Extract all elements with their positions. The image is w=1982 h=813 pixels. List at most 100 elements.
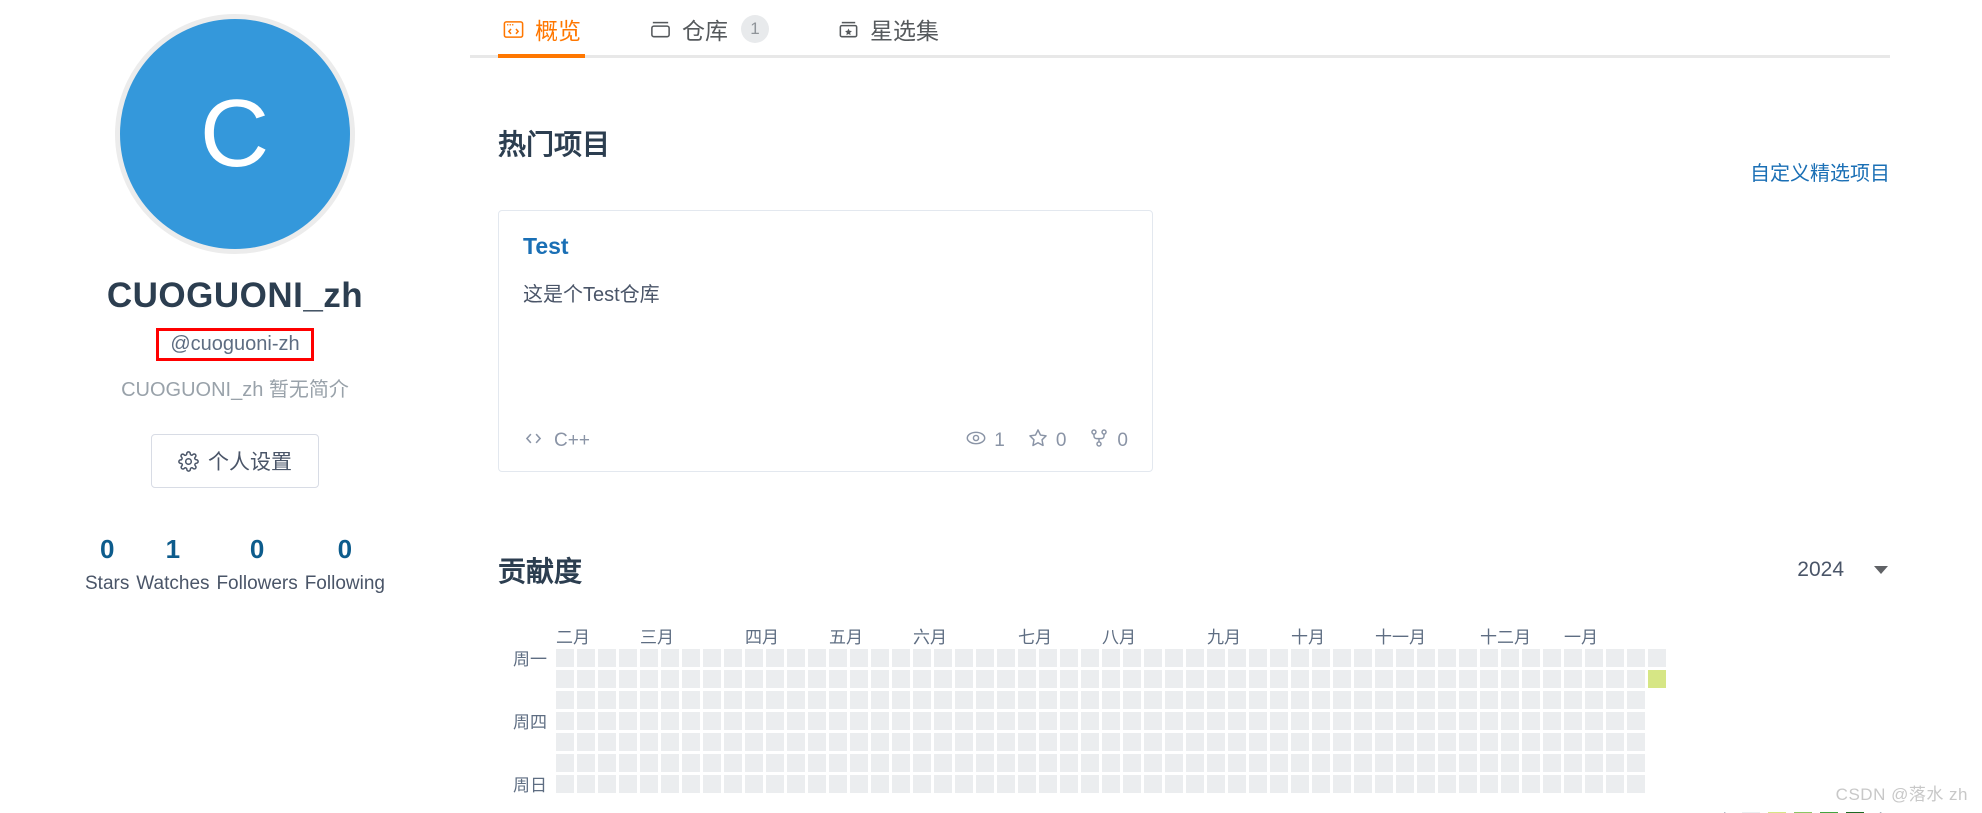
heatmap-cell[interactable] [1543,753,1561,772]
heatmap-cell[interactable] [1564,711,1582,730]
heatmap-cell[interactable] [1018,774,1036,793]
customize-featured-link[interactable]: 自定义精选项目 [1750,157,1890,186]
heatmap-cell[interactable] [1018,648,1036,667]
heatmap-cell[interactable] [703,648,721,667]
heatmap-cell[interactable] [745,690,763,709]
heatmap-cell[interactable] [1459,690,1477,709]
heatmap-cell[interactable] [1249,732,1267,751]
heatmap-cell[interactable] [1060,732,1078,751]
heatmap-cell[interactable] [661,753,679,772]
heatmap-cell[interactable] [1480,711,1498,730]
heatmap-cell[interactable] [1312,669,1330,688]
heatmap-cell[interactable] [1606,753,1624,772]
heatmap-cell[interactable] [913,648,931,667]
heatmap-cell[interactable] [619,648,637,667]
heatmap-cell[interactable] [892,774,910,793]
heatmap-cell[interactable] [787,648,805,667]
heatmap-cell[interactable] [1396,711,1414,730]
heatmap-cell[interactable] [787,711,805,730]
heatmap-cell[interactable] [703,690,721,709]
heatmap-cell[interactable] [1501,711,1519,730]
repository-watch-metric[interactable]: 1 [965,427,1005,455]
heatmap-cell[interactable] [1543,690,1561,709]
heatmap-cell[interactable] [934,732,952,751]
heatmap-cell[interactable] [1417,669,1435,688]
repository-card[interactable]: Test 这是个Test仓库 C++ 1 0 0 [498,210,1153,473]
heatmap-cell[interactable] [1018,711,1036,730]
heatmap-cell[interactable] [598,774,616,793]
heatmap-cell[interactable] [766,690,784,709]
heatmap-cell[interactable] [1501,732,1519,751]
heatmap-cell[interactable] [1165,648,1183,667]
year-selector[interactable]: 2024 [1795,554,1890,586]
heatmap-cell[interactable] [1522,690,1540,709]
repository-fork-metric[interactable]: 0 [1088,427,1128,455]
heatmap-cell[interactable] [850,690,868,709]
heatmap-cell[interactable] [1606,648,1624,667]
heatmap-cell[interactable] [1585,753,1603,772]
heatmap-cell[interactable] [1417,711,1435,730]
heatmap-cell[interactable] [1459,669,1477,688]
heatmap-cell[interactable] [745,648,763,667]
heatmap-cell[interactable] [1522,711,1540,730]
heatmap-cell[interactable] [724,690,742,709]
heatmap-cell[interactable] [1438,774,1456,793]
heatmap-cell[interactable] [892,669,910,688]
heatmap-cell[interactable] [829,648,847,667]
heatmap-cell[interactable] [1186,669,1204,688]
heatmap-cell[interactable] [766,774,784,793]
heatmap-cell[interactable] [1585,732,1603,751]
heatmap-cell[interactable] [1165,774,1183,793]
heatmap-cell[interactable] [682,711,700,730]
heatmap-cell[interactable] [955,711,973,730]
heatmap-cell[interactable] [1417,753,1435,772]
heatmap-cell[interactable] [1249,690,1267,709]
heatmap-cell[interactable] [1606,690,1624,709]
heatmap-cell[interactable] [871,648,889,667]
heatmap-cell[interactable] [850,753,868,772]
heatmap-cell[interactable] [1081,732,1099,751]
heatmap-cell[interactable] [787,732,805,751]
heatmap-cell[interactable] [556,648,574,667]
heatmap-cell[interactable] [1228,753,1246,772]
heatmap-cell[interactable] [1102,648,1120,667]
heatmap-cell[interactable] [1291,690,1309,709]
heatmap-cell[interactable] [724,648,742,667]
heatmap-cell[interactable] [955,648,973,667]
heatmap-cell[interactable] [1396,669,1414,688]
heatmap-cell[interactable] [1060,648,1078,667]
heatmap-cell[interactable] [640,732,658,751]
heatmap-cell[interactable] [1438,753,1456,772]
heatmap-cell[interactable] [1291,648,1309,667]
heatmap-cell[interactable] [1291,732,1309,751]
heatmap-cell[interactable] [1207,669,1225,688]
tab-starred[interactable]: 星选集 [833,0,943,58]
stat-following[interactable]: 0 Following [305,533,385,595]
heatmap-cell[interactable] [1522,648,1540,667]
heatmap-cell[interactable] [808,669,826,688]
repository-name[interactable]: Test [523,233,1128,260]
heatmap-cell[interactable] [1060,753,1078,772]
heatmap-cell[interactable] [1606,732,1624,751]
heatmap-cell[interactable] [724,753,742,772]
heatmap-cell[interactable] [934,711,952,730]
heatmap-cell[interactable] [1627,669,1645,688]
heatmap-cell[interactable] [1522,669,1540,688]
heatmap-cell[interactable] [598,732,616,751]
heatmap-cell[interactable] [1123,711,1141,730]
heatmap-cell[interactable] [871,732,889,751]
heatmap-cell[interactable] [1564,732,1582,751]
heatmap-cell[interactable] [934,669,952,688]
heatmap-cell[interactable] [1627,732,1645,751]
heatmap-cell[interactable] [1459,732,1477,751]
heatmap-cell[interactable] [1249,669,1267,688]
heatmap-cell[interactable] [1144,648,1162,667]
tab-overview[interactable]: 概览 [498,0,585,58]
heatmap-cell[interactable] [955,774,973,793]
heatmap-cell[interactable] [850,732,868,751]
heatmap-cell[interactable] [1291,753,1309,772]
heatmap-cell[interactable] [1459,774,1477,793]
heatmap-cell[interactable] [1039,648,1057,667]
heatmap-cell[interactable] [1291,711,1309,730]
heatmap-cell[interactable] [1543,648,1561,667]
